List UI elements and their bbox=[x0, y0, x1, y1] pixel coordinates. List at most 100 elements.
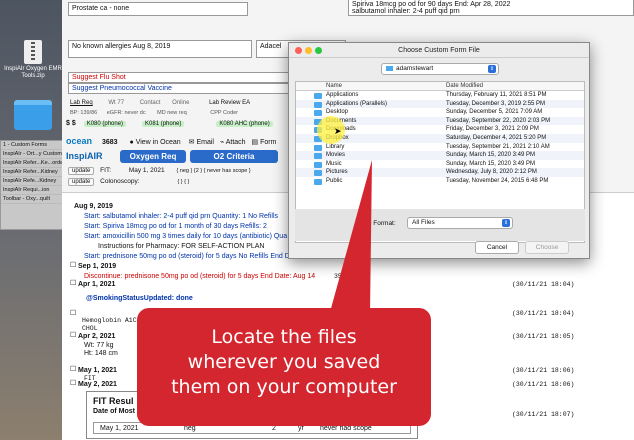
file-date: Tuesday, September 21, 2021 2:10 AM bbox=[446, 143, 550, 150]
form-label: Form bbox=[260, 139, 277, 146]
file-row[interactable]: Applications Thursday, February 11, 2021 … bbox=[296, 91, 584, 100]
panel-item[interactable]: Toolbar - Oxy...quilt bbox=[1, 195, 65, 204]
allergies-field[interactable]: No known allergies Aug 8, 2019 bbox=[68, 40, 252, 58]
lab-row: Lab Req Wt 77 Contact Online Lab Review … bbox=[70, 100, 250, 106]
attach-link[interactable]: ⌁ Attach bbox=[220, 139, 246, 146]
panel-item[interactable]: InspiAIr Refer...Kidney bbox=[1, 168, 65, 177]
note-line: Start: salbutamol inhaler: 2-4 puff qid … bbox=[84, 213, 279, 220]
view-ocean-link[interactable]: ● View in Ocean bbox=[130, 139, 181, 146]
note-checkbox[interactable]: ☐ bbox=[70, 309, 76, 317]
panel-item[interactable]: InspiAIr Refe...Kidney bbox=[1, 177, 65, 186]
chevron-updown-icon: ⇕ bbox=[502, 219, 510, 227]
folder-icon bbox=[14, 100, 52, 130]
location-popup[interactable]: adamstewart ⇕ bbox=[381, 63, 499, 75]
problem-field[interactable]: Prostate ca - none bbox=[68, 2, 248, 16]
med-line: Spiriva 18mcg po od for 90 days End: Apr… bbox=[352, 1, 511, 8]
fit-cell-result: neg bbox=[184, 425, 196, 432]
folder-icon bbox=[314, 153, 322, 160]
zoom-icon[interactable] bbox=[315, 47, 322, 54]
billing-row: $ $ K080 (phone) K081 (phone) K080 AHC (… bbox=[66, 120, 273, 127]
note-date: Apr 1, 2021 bbox=[78, 281, 116, 288]
folder-icon bbox=[314, 101, 322, 108]
close-icon[interactable] bbox=[295, 47, 302, 54]
note-checkbox[interactable]: ☐ bbox=[70, 261, 76, 269]
note-checkbox[interactable]: ☐ bbox=[70, 365, 76, 373]
colonoscopy-label: Colonoscopy: bbox=[100, 178, 140, 185]
k081-button[interactable]: K081 (phone) bbox=[142, 121, 185, 127]
panel-item[interactable]: InspiAIr Refer...Ke...order bbox=[1, 159, 65, 168]
attach-label: Attach bbox=[225, 139, 246, 146]
location-label: adamstewart bbox=[396, 65, 434, 72]
lab-req-link[interactable]: Lab Req bbox=[70, 100, 93, 106]
k080-button[interactable]: K080 (phone) bbox=[83, 121, 127, 127]
contact-label: Contact bbox=[139, 100, 161, 106]
callout-line: wherever you saved bbox=[187, 351, 381, 373]
panel-item[interactable]: InspiAIr Requi...ion bbox=[1, 186, 65, 195]
bp-value: BP: 139/86 bbox=[70, 110, 98, 116]
inspiair-logo: InspiAIR bbox=[66, 151, 103, 161]
file-row[interactable]: Movies Sunday, March 15, 2020 3:49 PM bbox=[296, 151, 584, 160]
o2-criteria-button[interactable]: O2 Criteria bbox=[190, 150, 278, 163]
note-line: Wt: 77 kg bbox=[84, 342, 114, 349]
file-row[interactable]: Desktop Sunday, December 5, 2021 7:09 AM bbox=[296, 108, 584, 117]
note-timestamp: (30/11/21 18:04) bbox=[512, 310, 575, 317]
note-timestamp: (30/11/21 18:05) bbox=[512, 333, 575, 340]
folder[interactable] bbox=[4, 100, 62, 130]
file-format-select[interactable]: All Files ⇕ bbox=[407, 217, 513, 229]
file-row[interactable]: Library Tuesday, September 21, 2021 2:10 … bbox=[296, 143, 584, 152]
note-checkbox[interactable]: ☐ bbox=[70, 279, 76, 287]
colonoscopy-row: update Colonoscopy: { } { } bbox=[68, 178, 189, 186]
column-name[interactable]: Name bbox=[326, 82, 342, 91]
cancel-button[interactable]: Cancel bbox=[475, 241, 519, 254]
zip-file-label: InspiAIr Oxygen EMR Tools.zip bbox=[4, 66, 62, 79]
billing-symbol: $ $ bbox=[66, 120, 76, 127]
note-checkbox[interactable]: ☐ bbox=[70, 331, 76, 339]
form-link[interactable]: ▤ Form bbox=[252, 139, 277, 146]
fit-cell-date: May 1, 2021 bbox=[100, 425, 139, 432]
file-date: Wednesday, July 8, 2020 2:12 PM bbox=[446, 169, 537, 176]
minimize-icon[interactable] bbox=[305, 47, 312, 54]
file-date: Tuesday, September 22, 2020 2:03 PM bbox=[446, 117, 551, 124]
file-format-value: All Files bbox=[412, 219, 435, 226]
note-line: Discontinue: prednisone 50mg po od (ster… bbox=[84, 273, 316, 280]
panel-item[interactable]: InspiAIr - Ort...y Custom bbox=[1, 150, 65, 159]
fit-results-subtitle: Date of Most bbox=[93, 408, 135, 415]
k080-ahc-button[interactable]: K080 AHC (phone) bbox=[216, 121, 273, 127]
update-colon-button[interactable]: update bbox=[68, 178, 95, 186]
zip-file-icon bbox=[24, 40, 42, 64]
cursor-arrow-icon: ➤ bbox=[334, 126, 342, 136]
cpp-coder[interactable]: CPP Coder bbox=[210, 110, 238, 116]
lab-review-label[interactable]: Lab Review EA bbox=[209, 100, 250, 106]
medication-field[interactable]: Spiriva 18mcg po od for 90 days End: Apr… bbox=[348, 0, 634, 16]
panel-item[interactable]: 1 - Custom Forms bbox=[1, 141, 65, 150]
fit-cell-scope: never had scope bbox=[320, 425, 372, 432]
fit-date: May 1, 2021 bbox=[128, 167, 165, 174]
fit-row: update FIT: May 1, 2021 { neg } {2 } { n… bbox=[68, 167, 251, 175]
note-timestamp: (30/11/21 18:06) bbox=[512, 367, 575, 374]
note-line: @SmokingStatusUpdated: done bbox=[86, 295, 193, 302]
note-timestamp: (30/11/21 18:06) bbox=[512, 381, 575, 388]
oxygen-req-button[interactable]: Oxygen Req bbox=[120, 150, 186, 163]
email-link[interactable]: ✉ Email bbox=[189, 139, 214, 146]
egfr-value: eGFR: never dc bbox=[106, 110, 146, 116]
note-line: Instructions for Pharmacy: FOR SELF-ACTI… bbox=[98, 243, 265, 250]
view-ocean-label: View in Ocean bbox=[135, 139, 181, 146]
fit-cell-unit: yr bbox=[298, 425, 304, 432]
file-date: Friday, December 3, 2021 2:09 PM bbox=[446, 126, 539, 133]
callout-line: Locate the files bbox=[211, 326, 357, 348]
md-new-req: MD new req bbox=[157, 110, 187, 116]
file-date: Sunday, December 5, 2021 7:09 AM bbox=[446, 109, 543, 116]
vitals-row: BP: 139/86 eGFR: never dc MD new req CPP… bbox=[70, 110, 238, 116]
colonoscopy-values: { } { } bbox=[177, 179, 190, 185]
file-name: Applications bbox=[326, 92, 359, 98]
column-date[interactable]: Date Modified bbox=[446, 82, 483, 91]
finder-panel: 1 - Custom Forms InspiAIr - Ort...y Cust… bbox=[0, 140, 66, 230]
fit-results-title: FIT Resul bbox=[93, 396, 134, 406]
zip-file[interactable]: InspiAIr Oxygen EMR Tools.zip bbox=[4, 40, 62, 80]
ocean-logo: ocean bbox=[66, 136, 93, 146]
note-checkbox[interactable]: ☐ bbox=[70, 379, 76, 387]
choose-button[interactable]: Choose bbox=[525, 241, 569, 254]
update-fit-button[interactable]: update bbox=[68, 167, 95, 175]
file-row[interactable]: Applications (Parallels) Tuesday, Decembe… bbox=[296, 99, 584, 109]
file-date: Thursday, February 11, 2021 8:51 PM bbox=[446, 92, 547, 98]
